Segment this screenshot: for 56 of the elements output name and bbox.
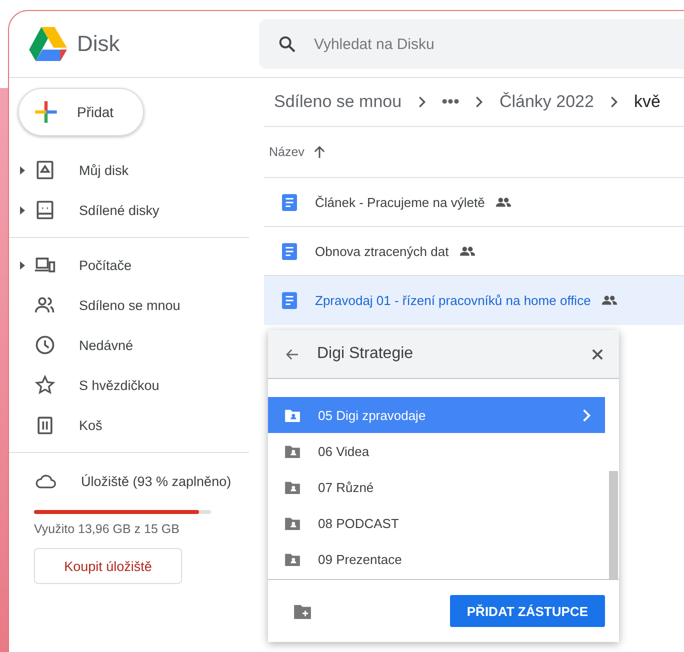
drive-icon: [34, 159, 56, 181]
sort-arrow-icon: [314, 146, 326, 158]
caret-icon[interactable]: [20, 206, 24, 214]
nav-item[interactable]: S hvězdičkou: [9, 365, 257, 405]
file-name: Článek - Pracujeme na výletě: [315, 194, 485, 210]
nav-item[interactable]: Můj disk: [9, 150, 257, 190]
chevron-icon: [610, 96, 618, 108]
nav-item[interactable]: Sdíleno se mnou: [9, 285, 257, 325]
back-arrow-icon[interactable]: [286, 348, 299, 360]
file-row[interactable]: Článek - Pracujeme na výletě: [264, 178, 684, 227]
document-icon: [282, 242, 297, 260]
file-name: Zpravodaj 01 - řízení pracovníků na home office: [315, 292, 591, 308]
new-folder-icon[interactable]: [294, 604, 311, 618]
storage-usage-text: Využito 13,96 GB z 15 GB: [34, 522, 180, 536]
folder-item[interactable]: 07 Různé: [268, 469, 605, 505]
shared-folder-icon: [285, 408, 300, 422]
chevron-icon[interactable]: [582, 408, 591, 422]
search-field[interactable]: Vyhledat na Disku: [259, 19, 684, 69]
document-icon: [282, 292, 297, 308]
nav-item[interactable]: Počítače: [9, 245, 257, 285]
chevron-icon: [475, 96, 484, 108]
nav-item[interactable]: Nedávné: [9, 325, 257, 365]
shared-folder-icon: [285, 516, 300, 530]
file-name: Obnova ztracených dat: [315, 244, 449, 258]
column-header[interactable]: Název: [269, 145, 304, 159]
document-icon: [282, 194, 297, 210]
star-icon: [34, 374, 56, 396]
storage-label: Úložiště (93 % zaplněno): [81, 474, 232, 488]
nav-item[interactable]: Sdílené disky: [9, 190, 257, 230]
file-row[interactable]: Zpravodaj 01 - řízení pracovníků na home office: [264, 276, 684, 325]
close-icon[interactable]: [592, 348, 603, 360]
app-title: Disk: [77, 31, 120, 57]
breadcrumb-item[interactable]: Články 2022: [499, 92, 594, 112]
breadcrumb-item[interactable]: •••: [442, 92, 460, 112]
breadcrumb-item[interactable]: Sdíleno se mnou: [274, 92, 402, 112]
caret-icon[interactable]: [20, 166, 24, 174]
nav-item[interactable]: Koš: [9, 405, 257, 445]
add-shortcut-button[interactable]: PŘIDAT ZÁSTUPCE: [450, 595, 605, 627]
shared-drive-icon: [34, 199, 56, 221]
plus-icon: [33, 99, 59, 125]
shared-folder-icon: [285, 444, 300, 458]
caret-icon[interactable]: [20, 260, 24, 270]
folder-item[interactable]: 05 Digi zpravodaje: [268, 397, 605, 433]
folder-item[interactable]: 08 PODCAST: [268, 505, 605, 541]
drive-logo-icon: [29, 27, 67, 61]
clock-icon: [34, 334, 56, 356]
folder-item[interactable]: 06 Videa: [268, 433, 605, 469]
new-button[interactable]: Přidat: [18, 88, 144, 136]
shared-folder-icon: [285, 552, 300, 566]
scrollbar[interactable]: [609, 471, 618, 579]
dialog-title: Digi Strategie: [317, 345, 414, 363]
chevron-icon: [418, 96, 426, 108]
buy-storage-button[interactable]: Koupit úložiště: [34, 548, 182, 584]
shared-folder-icon: [285, 480, 300, 494]
breadcrumb-item[interactable]: kvě: [634, 92, 660, 112]
folder-item[interactable]: 09 Prezentace: [268, 541, 605, 577]
